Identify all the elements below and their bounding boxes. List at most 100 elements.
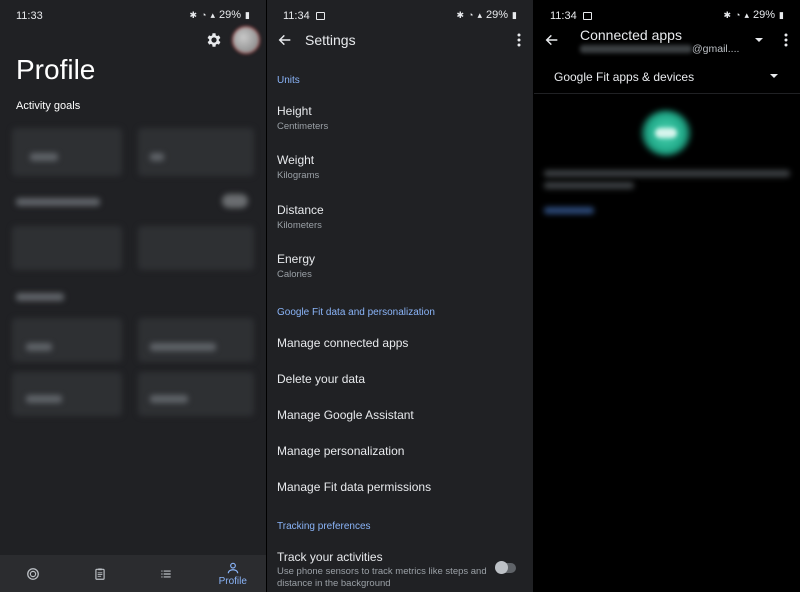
profile-screen: 11:33 ✱ ◔ ▴ 29% ▮ Profile Activity goals — [0, 0, 266, 592]
fit-app-illustration-detail — [655, 128, 677, 138]
clipboard-icon — [95, 567, 105, 580]
nav-home[interactable] — [0, 555, 67, 592]
blurred-card — [12, 226, 122, 270]
status-time: 11:34 — [283, 10, 325, 22]
blurred-text — [150, 153, 164, 161]
status-bar: 11:33 ✱ ◔ ▴ 29% ▮ — [0, 0, 266, 30]
row-title: Manage connected apps — [277, 336, 409, 350]
blurred-text — [544, 170, 790, 177]
image-notification-icon — [582, 12, 592, 20]
settings-row-track-activities[interactable]: Track your activities Use phone sensors … — [277, 550, 491, 590]
track-activities-toggle[interactable] — [495, 561, 516, 574]
settings-row-weight[interactable]: Weight Kilograms — [277, 153, 523, 182]
avatar[interactable] — [232, 26, 260, 54]
redacted-email — [580, 45, 692, 54]
blurred-toggle — [222, 194, 248, 208]
settings-gear-icon[interactable] — [205, 31, 223, 49]
row-subtitle: Kilograms — [277, 170, 320, 181]
bottom-navigation: Profile — [0, 555, 266, 592]
blurred-text — [26, 395, 62, 403]
blurred-card — [12, 318, 122, 362]
blurred-text — [30, 153, 58, 161]
nav-journal[interactable] — [67, 555, 134, 592]
account-dropdown-icon[interactable] — [755, 38, 763, 42]
row-title: Manage Google Assistant — [277, 408, 414, 422]
blurred-card — [138, 318, 254, 362]
dropdown-selected: Google Fit apps & devices — [554, 70, 695, 84]
more-options-icon[interactable] — [784, 33, 788, 47]
settings-row-manage-connected-apps[interactable]: Manage connected apps — [277, 336, 523, 350]
settings-screen: 11:34 ✱ ◔ ▴ 29% ▮ Settings Units Height … — [267, 0, 533, 592]
battery-percent: 29% — [219, 9, 242, 21]
page-title: Profile — [16, 54, 96, 85]
account-selector[interactable]: @gmail.... — [580, 43, 739, 55]
list-icon — [161, 570, 171, 577]
wifi-icon: ◔ — [201, 9, 207, 20]
blurred-text — [150, 343, 216, 351]
row-title: Delete your data — [277, 372, 366, 386]
image-notification-icon — [315, 12, 325, 20]
bluetooth-icon: ✱ — [189, 9, 198, 20]
section-header-units: Units — [277, 75, 300, 86]
settings-row-energy[interactable]: Energy Calories — [277, 252, 523, 281]
bluetooth-icon: ✱ — [456, 9, 465, 20]
toggle-knob — [495, 561, 508, 574]
apps-filter-dropdown[interactable]: Google Fit apps & devices — [534, 58, 800, 94]
nav-browse[interactable] — [133, 555, 200, 592]
back-arrow-icon[interactable] — [544, 32, 560, 48]
blurred-text — [16, 293, 64, 301]
row-title: Manage Fit data permissions — [277, 480, 432, 494]
blurred-card — [138, 226, 254, 270]
row-title: Height — [277, 104, 312, 118]
settings-row-google-assistant[interactable]: Manage Google Assistant — [277, 408, 523, 422]
bluetooth-icon: ✱ — [723, 9, 732, 20]
battery-percent: 29% — [486, 9, 509, 21]
row-title: Track your activities — [277, 550, 383, 564]
person-icon — [227, 562, 238, 573]
row-subtitle: Centimeters — [277, 121, 329, 132]
settings-row-delete-data[interactable]: Delete your data — [277, 372, 523, 386]
blurred-text — [150, 395, 188, 403]
settings-row-fit-permissions[interactable]: Manage Fit data permissions — [277, 480, 523, 494]
more-options-icon[interactable] — [517, 33, 521, 47]
blurred-card — [138, 128, 254, 176]
home-ring-icon — [27, 567, 40, 580]
back-arrow-icon[interactable] — [277, 32, 293, 48]
blurred-card — [12, 372, 122, 416]
row-title: Distance — [277, 203, 324, 217]
section-header-personalization: Google Fit data and personalization — [277, 307, 435, 318]
account-email-suffix: @gmail.... — [692, 43, 740, 55]
battery-icon: ▮ — [245, 9, 250, 20]
row-subtitle: Kilometers — [277, 220, 322, 231]
section-header-tracking: Tracking preferences — [277, 521, 371, 532]
page-title: Connected apps — [580, 27, 682, 43]
page-title: Settings — [305, 32, 356, 48]
blurred-link — [544, 207, 594, 214]
activity-goals-heading: Activity goals — [16, 100, 81, 112]
nav-profile-label: Profile — [218, 575, 247, 587]
status-bar: 11:34 ✱ ◔ ▴ 29% ▮ — [534, 0, 800, 30]
wifi-icon: ◔ — [735, 9, 741, 20]
signal-icon: ▴ — [477, 9, 483, 20]
blurred-text — [26, 343, 52, 351]
battery-percent: 29% — [753, 9, 776, 21]
chevron-down-icon — [770, 74, 778, 78]
signal-icon: ▴ — [210, 9, 216, 20]
blurred-card — [138, 372, 254, 416]
status-time: 11:34 — [550, 10, 592, 22]
settings-row-height[interactable]: Height Centimeters — [277, 104, 523, 133]
nav-profile[interactable]: Profile — [200, 555, 267, 592]
battery-icon: ▮ — [512, 9, 517, 20]
blurred-card — [12, 128, 122, 176]
row-title: Energy — [277, 252, 316, 266]
settings-row-distance[interactable]: Distance Kilometers — [277, 203, 523, 232]
status-bar: 11:34 ✱ ◔ ▴ 29% ▮ — [267, 0, 533, 30]
signal-icon: ▴ — [744, 9, 750, 20]
row-subtitle: Calories — [277, 269, 312, 280]
status-time: 11:33 — [16, 10, 43, 22]
blurred-text — [544, 182, 634, 189]
connected-apps-screen: 11:34 ✱ ◔ ▴ 29% ▮ Connected apps @gmail.… — [534, 0, 800, 592]
row-title: Manage personalization — [277, 444, 405, 458]
wifi-icon: ◔ — [468, 9, 474, 20]
settings-row-personalization[interactable]: Manage personalization — [277, 444, 523, 458]
